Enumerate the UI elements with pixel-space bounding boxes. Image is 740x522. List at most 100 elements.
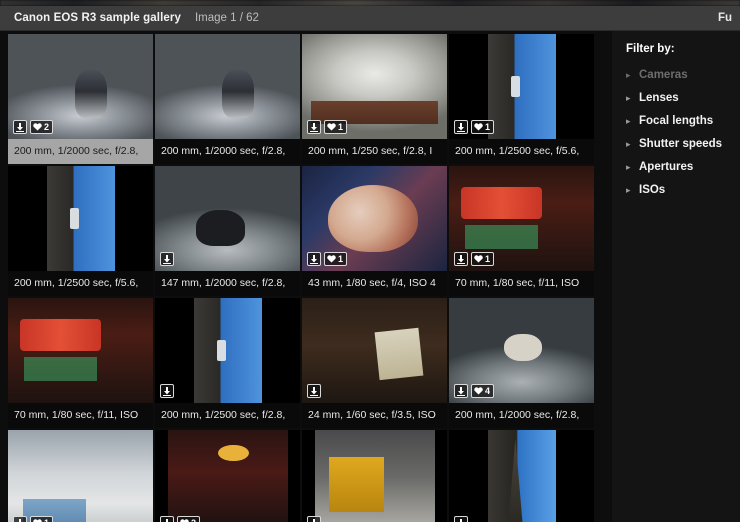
download-icon — [310, 122, 318, 132]
like-badge[interactable]: 1 — [471, 252, 495, 266]
like-badge[interactable]: 2 — [30, 120, 54, 134]
thumbnail-cell[interactable]: 1 70 mm, 1/80 sec, f/11, ISO — [449, 166, 594, 296]
like-count: 2 — [191, 518, 197, 522]
thumbnail-image-area[interactable] — [155, 298, 300, 403]
filter-item-label: Focal lengths — [639, 115, 714, 127]
download-badge[interactable] — [160, 384, 174, 398]
thumbnail-badges — [307, 384, 321, 398]
chevron-right-icon: ▸ — [626, 184, 631, 195]
thumbnail-caption: 70 mm, 1/80 sec, f/11, ISO — [455, 277, 580, 289]
thumbnail-cell[interactable]: 70 mm, 1/80 sec, f/11, ISO — [8, 298, 153, 428]
like-badge[interactable]: 1 — [324, 120, 348, 134]
thumbnail-badges — [160, 252, 174, 266]
like-badge[interactable]: 1 — [30, 516, 54, 522]
thumbnail-badges — [454, 516, 468, 522]
heart-icon — [474, 255, 483, 263]
download-badge[interactable] — [454, 384, 468, 398]
thumbnail-cell[interactable]: 1 — [8, 430, 153, 522]
thumbnail-cell[interactable]: 2 200 mm, 1/2000 sec, f/2.8, — [8, 34, 153, 164]
filter-item-apertures[interactable]: ▸ Apertures — [626, 161, 740, 173]
thumbnail-cell[interactable]: 147 mm, 1/2000 sec, f/2.8, — [155, 166, 300, 296]
like-badge[interactable]: 1 — [324, 252, 348, 266]
thumbnail-image-area[interactable]: 2 — [155, 430, 300, 522]
download-badge[interactable] — [454, 120, 468, 134]
thumbnail-gallery[interactable]: 2 200 mm, 1/2000 sec, f/2.8, 200 mm, 1/200… — [0, 31, 612, 522]
download-badge[interactable] — [307, 384, 321, 398]
thumbnail-badges: 2 — [160, 516, 201, 522]
download-badge[interactable] — [307, 516, 321, 522]
thumbnail-badges: 1 — [454, 120, 495, 134]
filter-item-focal-lengths[interactable]: ▸ Focal lengths — [626, 115, 740, 127]
thumbnail-cell[interactable]: 200 mm, 1/2500 sec, f/5.6, — [8, 166, 153, 296]
thumbnail-image-area[interactable] — [449, 430, 594, 522]
thumbnail-cell[interactable]: 200 mm, 1/2500 sec, f/2.8, — [155, 298, 300, 428]
download-badge[interactable] — [160, 516, 174, 522]
thumbnail-photo — [46, 166, 115, 271]
thumbnail-image-area[interactable] — [302, 430, 447, 522]
filter-item-label: Shutter speeds — [639, 138, 723, 150]
thumbnail-image-area[interactable]: 1 — [449, 34, 594, 139]
like-badge[interactable]: 4 — [471, 384, 495, 398]
thumbnail-cell[interactable]: 4 200 mm, 1/2000 sec, f/2.8, — [449, 298, 594, 428]
like-badge[interactable]: 1 — [471, 120, 495, 134]
thumbnail-cell[interactable]: 2 — [155, 430, 300, 522]
thumbnail-badges: 1 — [307, 252, 348, 266]
thumbnail-cell[interactable]: 24 mm, 1/60 sec, f/3.5, ISO — [302, 298, 447, 428]
thumbnail-cell[interactable] — [302, 430, 447, 522]
thumbnail-photo — [155, 166, 300, 271]
fullscreen-button[interactable]: Full screen — [718, 12, 732, 24]
filter-item-lenses[interactable]: ▸ Lenses — [626, 92, 740, 104]
thumbnail-badges: 1 — [307, 120, 348, 134]
download-badge[interactable] — [307, 120, 321, 134]
thumbnail-photo — [302, 298, 447, 403]
thumbnail-cell[interactable]: 200 mm, 1/2000 sec, f/2.8, — [155, 34, 300, 164]
thumbnail-cell[interactable]: 1 200 mm, 1/2500 sec, f/5.6, — [449, 34, 594, 164]
download-badge[interactable] — [454, 516, 468, 522]
download-badge[interactable] — [160, 252, 174, 266]
thumbnail-photo — [487, 430, 556, 522]
download-badge[interactable] — [13, 120, 27, 134]
download-icon — [310, 254, 318, 264]
heart-icon — [327, 123, 336, 131]
filter-item-isos[interactable]: ▸ ISOs — [626, 184, 740, 196]
download-badge[interactable] — [454, 252, 468, 266]
thumbnail-badges: 1 — [13, 516, 54, 522]
thumbnail-cell[interactable] — [449, 430, 594, 522]
thumbnail-badges: 2 — [13, 120, 54, 134]
thumbnail-image-area[interactable]: 1 — [449, 166, 594, 271]
filter-item-cameras[interactable]: ▸ Cameras — [626, 69, 740, 81]
thumbnail-image-area[interactable] — [8, 166, 153, 271]
download-badge[interactable] — [13, 516, 27, 522]
filter-sidebar: Filter by: ▸ Cameras ▸ Lenses ▸ Focal lengths… — [612, 31, 740, 522]
thumbnail-image-area[interactable] — [302, 298, 447, 403]
thumbnail-image-area[interactable]: 4 — [449, 298, 594, 403]
thumbnail-caption: 43 mm, 1/80 sec, f/4, ISO 4 — [308, 277, 436, 289]
download-icon — [457, 254, 465, 264]
thumbnail-photo — [487, 34, 556, 139]
like-badge[interactable]: 2 — [177, 516, 201, 522]
thumbnail-image-area[interactable]: 2 — [8, 34, 153, 139]
thumbnail-image-area[interactable] — [155, 166, 300, 271]
thumbnail-caption: 200 mm, 1/250 sec, f/2.8, I — [308, 145, 433, 157]
thumbnail-badges: 4 — [454, 384, 495, 398]
thumbnail-cell[interactable]: 1 43 mm, 1/80 sec, f/4, ISO 4 — [302, 166, 447, 296]
thumbnail-caption: 200 mm, 1/2000 sec, f/2.8, — [455, 409, 580, 421]
thumbnail-image-area[interactable] — [8, 298, 153, 403]
thumbnail-caption: 70 mm, 1/80 sec, f/11, ISO — [14, 409, 139, 421]
thumbnail-caption: 200 mm, 1/2000 sec, f/2.8, — [161, 145, 286, 157]
thumbnail-image-area[interactable]: 1 — [302, 34, 447, 139]
thumbnail-cell[interactable]: 1 200 mm, 1/250 sec, f/2.8, I — [302, 34, 447, 164]
thumbnail-image-area[interactable]: 1 — [8, 430, 153, 522]
like-count: 1 — [485, 253, 491, 264]
thumbnail-caption: 200 mm, 1/2000 sec, f/2.8, — [14, 145, 139, 157]
filter-item-shutter-speeds[interactable]: ▸ Shutter speeds — [626, 138, 740, 150]
heart-icon — [474, 387, 483, 395]
thumbnail-image-area[interactable] — [155, 34, 300, 139]
thumbnail-caption: 200 mm, 1/2500 sec, f/5.6, — [455, 145, 580, 157]
like-count: 1 — [338, 253, 344, 264]
download-badge[interactable] — [307, 252, 321, 266]
download-icon — [16, 122, 24, 132]
download-icon — [310, 518, 318, 522]
thumbnail-photo — [8, 430, 153, 522]
thumbnail-image-area[interactable]: 1 — [302, 166, 447, 271]
